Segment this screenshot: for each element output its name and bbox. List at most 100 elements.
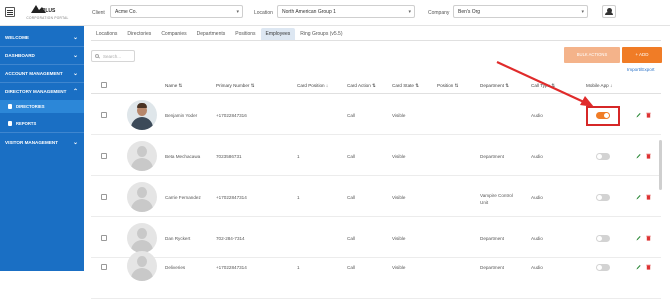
table-row[interactable]: Beta Mechacawa 7023586731 1 Call Visible… bbox=[91, 136, 661, 176]
edit-icon[interactable] bbox=[636, 264, 641, 270]
cell-primary-number: +17022847316 bbox=[216, 113, 247, 118]
edit-icon[interactable] bbox=[636, 194, 641, 200]
cell-card-action: Call bbox=[347, 154, 355, 159]
select-all-checkbox[interactable] bbox=[101, 82, 107, 88]
mobile-app-toggle[interactable] bbox=[596, 153, 610, 160]
logo: PLUS CORPORATION PORTAL bbox=[20, 4, 75, 22]
tab-positions[interactable]: Positions bbox=[230, 28, 260, 40]
cell-name: Dan Ryckert bbox=[165, 236, 191, 241]
sidebar-item-visitor-management[interactable]: VISITOR MANAGEMENT ⌄ bbox=[0, 134, 84, 151]
sidebar-item-dashboard[interactable]: DASHBOARD ⌄ bbox=[0, 47, 84, 64]
company-select[interactable]: Ben's Org ▾ bbox=[453, 5, 588, 18]
company-label: Company bbox=[428, 10, 450, 16]
row-checkbox[interactable] bbox=[101, 235, 107, 241]
row-checkbox[interactable] bbox=[101, 264, 107, 270]
trash-icon[interactable] bbox=[646, 112, 651, 118]
import-export-link[interactable]: Import/Export bbox=[627, 67, 655, 72]
add-button[interactable]: + ADD bbox=[622, 47, 662, 63]
tab-directories[interactable]: Directories bbox=[122, 28, 156, 40]
logo-subtitle: CORPORATION PORTAL bbox=[26, 16, 69, 20]
column-header-primary-number[interactable]: Primary Number ⇅ bbox=[216, 83, 255, 89]
cell-card-state: Visible bbox=[392, 236, 406, 241]
cell-department: Department bbox=[480, 154, 505, 159]
tab-employees[interactable]: Employees bbox=[260, 28, 296, 40]
client-select[interactable]: Acme Co. ▾ bbox=[110, 5, 243, 18]
sidebar-item-welcome[interactable]: WELCOME ⌄ bbox=[0, 29, 84, 46]
tab-ring-groups[interactable]: Ring Groups (v5.5) bbox=[295, 28, 347, 40]
cell-card-state: Visible bbox=[392, 154, 406, 159]
edit-icon[interactable] bbox=[636, 235, 641, 241]
column-header-card-state[interactable]: Card State ⇅ bbox=[392, 83, 419, 89]
cell-name: Benjamin Yoder bbox=[165, 113, 198, 118]
search-input[interactable]: Search... bbox=[91, 50, 135, 62]
sidebar-item-label: DIRECTORY MANAGEMENT bbox=[5, 89, 67, 94]
mobile-app-toggle[interactable] bbox=[596, 235, 610, 242]
sidebar-subitem-reports[interactable]: REPORTS bbox=[0, 117, 84, 130]
column-header-card-position[interactable]: Card Position ↓ bbox=[297, 83, 328, 88]
mobile-app-toggle[interactable] bbox=[596, 194, 610, 201]
client-value: Acme Co. bbox=[115, 9, 137, 15]
svg-text:PLUS: PLUS bbox=[42, 8, 56, 14]
cell-department: Department bbox=[480, 265, 505, 270]
mobile-app-toggle[interactable] bbox=[596, 264, 610, 271]
cell-card-state: Visible bbox=[392, 113, 406, 118]
tab-departments[interactable]: Departments bbox=[192, 28, 231, 40]
tab-divider bbox=[91, 40, 661, 41]
avatar bbox=[127, 223, 157, 253]
sidebar-item-label: ACCOUNT MANAGEMENT bbox=[5, 71, 63, 76]
table-row[interactable]: Benjamin Yoder +17022847316 Call Visible… bbox=[91, 95, 661, 135]
chevron-down-icon: ▾ bbox=[581, 9, 584, 15]
trash-icon[interactable] bbox=[646, 264, 651, 270]
edit-icon[interactable] bbox=[636, 153, 641, 159]
trash-icon[interactable] bbox=[646, 153, 651, 159]
sidebar-item-label: VISITOR MANAGEMENT bbox=[5, 140, 59, 145]
cell-card-action: Call bbox=[347, 113, 355, 118]
trash-icon[interactable] bbox=[646, 194, 651, 200]
edit-icon[interactable] bbox=[636, 112, 641, 118]
column-header-name[interactable]: Name ⇅ bbox=[165, 83, 182, 89]
column-header-position[interactable]: Position ⇅ bbox=[437, 83, 458, 89]
sidebar-item-directory-management[interactable]: DIRECTORY MANAGEMENT ⌃ bbox=[0, 83, 84, 100]
sidebar-subitem-label: REPORTS bbox=[16, 121, 37, 126]
top-bar: PLUS CORPORATION PORTAL Client Acme Co. … bbox=[0, 0, 670, 26]
avatar bbox=[127, 182, 157, 212]
avatar bbox=[127, 251, 157, 281]
cell-primary-number: 702-284-7314 bbox=[216, 236, 245, 241]
tab-locations[interactable]: Locations bbox=[91, 28, 122, 40]
table-row[interactable]: Dan Ryckert 702-284-7314 Call Visible De… bbox=[91, 218, 661, 258]
tab-companies[interactable]: Companies bbox=[156, 28, 191, 40]
search-placeholder: Search... bbox=[103, 54, 122, 59]
cell-card-action: Call bbox=[347, 236, 355, 241]
cell-card-action: Call bbox=[347, 265, 355, 270]
sidebar-item-account-management[interactable]: ACCOUNT MANAGEMENT ⌄ bbox=[0, 65, 84, 82]
bulk-actions-button[interactable]: BULK ACTIONS bbox=[564, 47, 620, 63]
column-header-card-action[interactable]: Card Action ⇅ bbox=[347, 83, 376, 89]
chevron-down-icon: ▾ bbox=[236, 9, 239, 15]
cell-card-position: 1 bbox=[297, 154, 300, 159]
sidebar-subitem-label: DIRECTORIES bbox=[16, 104, 45, 109]
scrollbar[interactable] bbox=[659, 140, 662, 190]
column-header-call-type[interactable]: Call Type ⇅ bbox=[531, 83, 555, 89]
cell-name: Deliveries bbox=[165, 265, 186, 270]
chevron-down-icon: ⌄ bbox=[72, 140, 78, 146]
location-select[interactable]: North American Group 1 ▾ bbox=[277, 5, 415, 18]
user-menu-button[interactable] bbox=[602, 5, 616, 18]
column-header-department[interactable]: Department ⇅ bbox=[480, 83, 509, 89]
cell-name: Carrie Fernandez bbox=[165, 195, 201, 200]
chevron-down-icon: ▾ bbox=[408, 9, 411, 15]
table-row[interactable]: Deliveries +17022847314 1 Call Visible D… bbox=[91, 251, 661, 299]
cell-card-action: Call bbox=[347, 195, 355, 200]
cell-call-type: Audio bbox=[531, 113, 543, 118]
chevron-down-icon: ⌄ bbox=[72, 53, 78, 59]
hamburger-menu-icon[interactable] bbox=[5, 7, 15, 17]
row-checkbox[interactable] bbox=[101, 194, 107, 200]
sidebar-subitem-directories[interactable]: DIRECTORIES bbox=[0, 100, 84, 113]
column-header-mobile-app[interactable]: Mobile App ↓ bbox=[586, 83, 612, 88]
row-checkbox[interactable] bbox=[101, 153, 107, 159]
trash-icon[interactable] bbox=[646, 235, 651, 241]
row-checkbox[interactable] bbox=[101, 112, 107, 118]
table-row[interactable]: Carrie Fernandez +17022847314 1 Call Vis… bbox=[91, 177, 661, 217]
client-label: Client bbox=[92, 10, 105, 16]
cell-call-type: Audio bbox=[531, 236, 543, 241]
cell-card-state: Visible bbox=[392, 265, 406, 270]
